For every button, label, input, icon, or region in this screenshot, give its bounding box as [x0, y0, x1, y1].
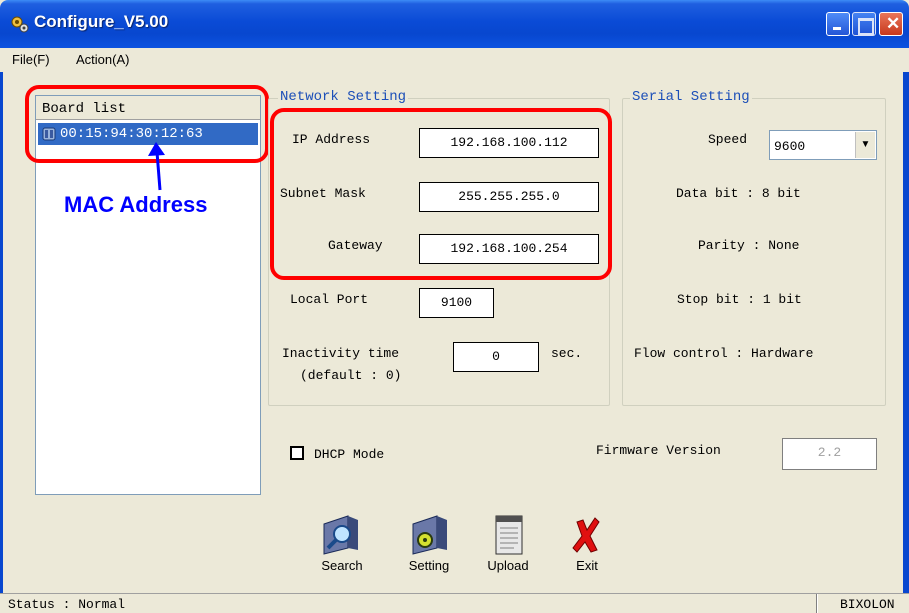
inactivity-unit-label: sec. [551, 346, 583, 361]
title-bar[interactable]: Configure_V5.00 ✕ [0, 0, 909, 48]
mac-address-annotation: MAC Address [64, 192, 208, 217]
network-highlight [270, 108, 612, 280]
upload-icon [495, 515, 523, 555]
close-button[interactable]: ✕ [879, 12, 903, 36]
search-button-label: Search [321, 558, 363, 573]
search-icon [323, 515, 358, 555]
annotation-arrow-icon [148, 142, 165, 191]
status-bar: Status : Normal BIXOLON [0, 593, 909, 613]
firmware-version-field: 2.2 [782, 438, 877, 470]
search-button[interactable]: Search [312, 514, 372, 573]
inactivity-default-label: (default : 0) [300, 368, 402, 383]
inactivity-time-label: Inactivity time [282, 346, 400, 361]
dhcp-mode-label: DHCP Mode [314, 447, 385, 462]
exit-button[interactable]: Exit [557, 514, 617, 573]
dhcp-mode-checkbox[interactable] [290, 446, 304, 460]
serial-setting-title: Serial Setting [630, 89, 752, 105]
network-setting-title: Network Setting [278, 89, 409, 105]
menu-bar: File(F) Action(A) [0, 48, 909, 72]
setting-button[interactable]: Setting [399, 514, 459, 573]
window-title: Configure_V5.00 [34, 12, 169, 31]
status-divider [816, 594, 818, 613]
window-border-right [903, 48, 909, 613]
minimize-button[interactable] [826, 12, 850, 36]
data-bit-text: Data bit : 8 bit [676, 186, 801, 201]
exit-button-label: Exit [576, 558, 598, 573]
upload-button[interactable]: Upload [478, 514, 538, 573]
app-gear-icon [11, 16, 29, 33]
maximize-button[interactable] [852, 12, 876, 36]
upload-button-label: Upload [487, 558, 529, 573]
menu-action[interactable]: Action(A) [76, 52, 129, 67]
menu-file[interactable]: File(F) [12, 52, 50, 67]
vendor-name: BIXOLON [840, 597, 895, 612]
local-port-label: Local Port [290, 292, 369, 307]
status-text: Status : Normal [8, 597, 126, 612]
window-border-left [0, 48, 3, 613]
speed-value: 9600 [774, 139, 806, 154]
setting-button-label: Setting [408, 558, 450, 573]
flow-control-text: Flow control : Hardware [634, 346, 814, 361]
parity-text: Parity : None [698, 238, 800, 253]
speed-select[interactable]: 9600 ▼ [769, 130, 877, 160]
close-icon: ✕ [886, 14, 901, 33]
local-port-input[interactable]: 9100 [419, 288, 494, 318]
stop-bit-text: Stop bit : 1 bit [677, 292, 802, 307]
chevron-down-icon[interactable]: ▼ [855, 132, 875, 158]
exit-icon [572, 517, 600, 553]
speed-label: Speed [708, 132, 748, 147]
inactivity-time-input[interactable]: 0 [453, 342, 539, 372]
firmware-version-label: Firmware Version [596, 443, 721, 458]
setting-icon [412, 515, 447, 555]
